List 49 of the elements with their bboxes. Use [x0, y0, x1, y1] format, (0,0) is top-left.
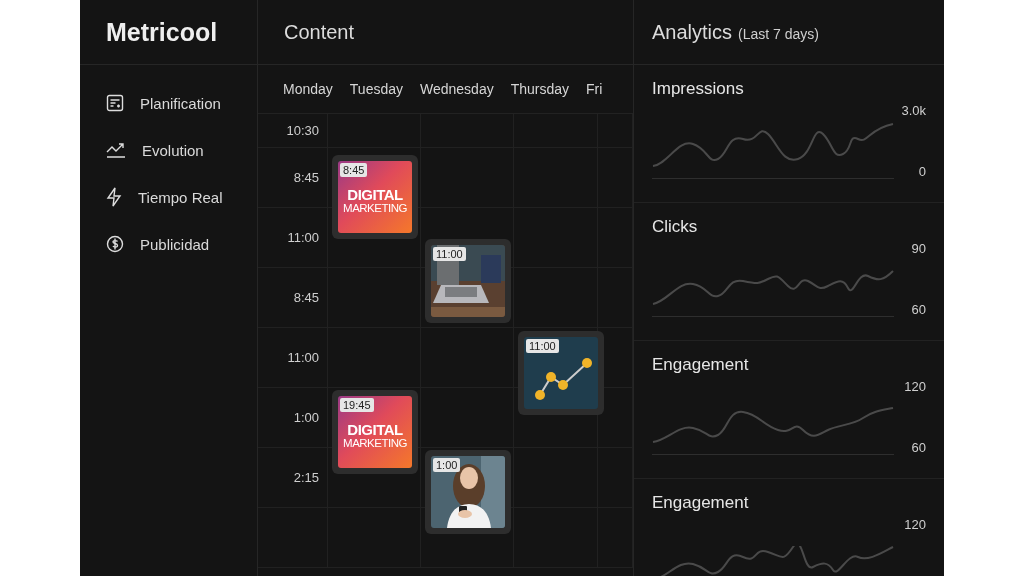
axis-max-label: 120 [904, 517, 926, 532]
axis-min-label: 60 [911, 440, 926, 455]
metric-title: Engagement [652, 493, 750, 513]
axis-max-label: 90 [911, 241, 926, 256]
nav-item[interactable]: Planification [106, 89, 257, 117]
trend-icon [106, 142, 126, 158]
logo: Metricool [106, 17, 218, 47]
metric-title: Engagement [652, 355, 750, 375]
post-time: 19:45 [340, 398, 374, 412]
axis-max-label: 120 [904, 379, 926, 394]
axis-min-label: 60 [911, 302, 926, 317]
graphic-headline: DIGITAL [347, 421, 403, 437]
time-label: 8:45 [293, 170, 319, 185]
lightning-icon [106, 187, 122, 207]
time-label: 1:00 [293, 410, 319, 425]
day-header: Tuesday [349, 81, 403, 97]
graphic-subline: MARKETING [343, 436, 407, 451]
post-card[interactable]: DIGITAL MARKETING 19:45 [332, 390, 418, 474]
post-card[interactable]: 11:00 [425, 239, 511, 323]
nav-item[interactable]: Tiempo Real [106, 183, 257, 211]
day-header: Wednesday [420, 81, 494, 97]
time-label: 11:00 [287, 350, 319, 365]
nav-item[interactable]: Publicidad [106, 230, 257, 258]
day-header: Thursday [510, 81, 570, 97]
time-label: 2:15 [293, 470, 319, 485]
axis-max-label: 3.0k [901, 103, 926, 118]
section-title: Content [284, 20, 355, 44]
time-label: 10:30 [286, 123, 319, 138]
post-time: 1:00 [433, 458, 461, 472]
post-card[interactable]: 1:00 [425, 450, 511, 534]
post-time: 11:00 [433, 247, 466, 261]
post-time: 11:00 [526, 339, 559, 353]
dollar-icon [106, 235, 124, 253]
section-subtitle: (Last 7 days) [738, 25, 819, 42]
post-time: 8:45 [340, 163, 368, 177]
nav-item[interactable]: Evolution [106, 136, 257, 164]
time-label: 11:00 [287, 230, 319, 245]
day-header: Fri [586, 81, 603, 97]
graphic-subline: MARKETING [343, 201, 407, 216]
metric-title: Clicks [652, 217, 699, 237]
axis-min-label: 0 [918, 164, 926, 179]
post-card[interactable]: DIGITAL MARKETING 8:45 [332, 155, 418, 239]
metric-title: Impressions [652, 79, 745, 99]
section-title: Analytics [652, 20, 733, 44]
day-header: Monday [283, 81, 333, 97]
time-label: 8:45 [293, 290, 319, 305]
post-card[interactable]: 11:00 [518, 331, 604, 415]
graphic-headline: DIGITAL [347, 186, 403, 202]
planner-icon [106, 94, 124, 112]
